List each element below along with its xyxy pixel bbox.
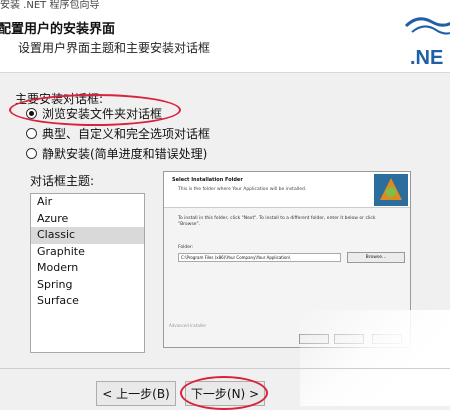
preview-subtitle: This is the folder where Your Applicatio… [178,187,307,192]
radio-unselected-icon [26,148,37,159]
preview-title: Select Installation Folder [172,177,243,183]
preview-folder-field: C:\Program Files (x86)\Your Company\Your… [178,253,341,262]
next-button[interactable]: 下一步(N) > [185,381,265,406]
theme-listbox[interactable]: Air Azure Classic Graphite Modern Spring… [30,193,145,353]
preview-footer-text: Advanced Installer [169,323,207,328]
window-title-fragment: 安装 .NET 程序包向导 [0,0,100,11]
radio-silent-install[interactable]: 静默安装(简单进度和错误处理) [26,145,207,162]
footer-divider [0,368,450,369]
theme-item-modern[interactable]: Modern [31,260,144,277]
preview-header: Select Installation Folder This is the f… [164,172,410,208]
theme-label: 对话框主题: [30,174,95,188]
preview-browse-button: Browse... [347,252,405,263]
back-button[interactable]: < 上一步(B) [96,381,176,406]
page-title: 配置用户的安装界面 [0,22,116,37]
radio-label: 浏览安装文件夹对话框 [42,107,163,121]
theme-item-spring[interactable]: Spring [31,277,144,294]
theme-item-graphite[interactable]: Graphite [31,244,144,261]
radio-typical-custom-complete-dialog[interactable]: 典型、自定义和完全选项对话框 [26,125,210,142]
logo-text: .NE [410,47,443,69]
watermark-fade [300,310,450,406]
preview-instructions: To install in this folder, click "Next".… [178,216,376,227]
radio-label: 静默安装(简单进度和错误处理) [42,147,208,161]
theme-item-air[interactable]: Air [31,194,144,211]
wizard-header: 安装 .NET 程序包向导 配置用户的安装界面 设置用户界面主题和主要安装对话框… [0,0,450,73]
radio-label: 典型、自定义和完全选项对话框 [42,127,211,141]
dotnet-logo-icon: .NE [404,17,450,69]
radio-browse-folder-dialog[interactable]: 浏览安装文件夹对话框 [26,105,162,122]
page-subtitle: 设置用户界面主题和主要安装对话框 [18,41,211,55]
radio-selected-icon [26,108,37,119]
radio-unselected-icon [26,128,37,139]
theme-item-azure[interactable]: Azure [31,211,144,228]
preview-logo-icon [374,174,408,206]
theme-item-classic[interactable]: Classic [31,227,144,244]
theme-item-surface[interactable]: Surface [31,293,144,310]
preview-folder-label: Folder: [178,245,194,250]
